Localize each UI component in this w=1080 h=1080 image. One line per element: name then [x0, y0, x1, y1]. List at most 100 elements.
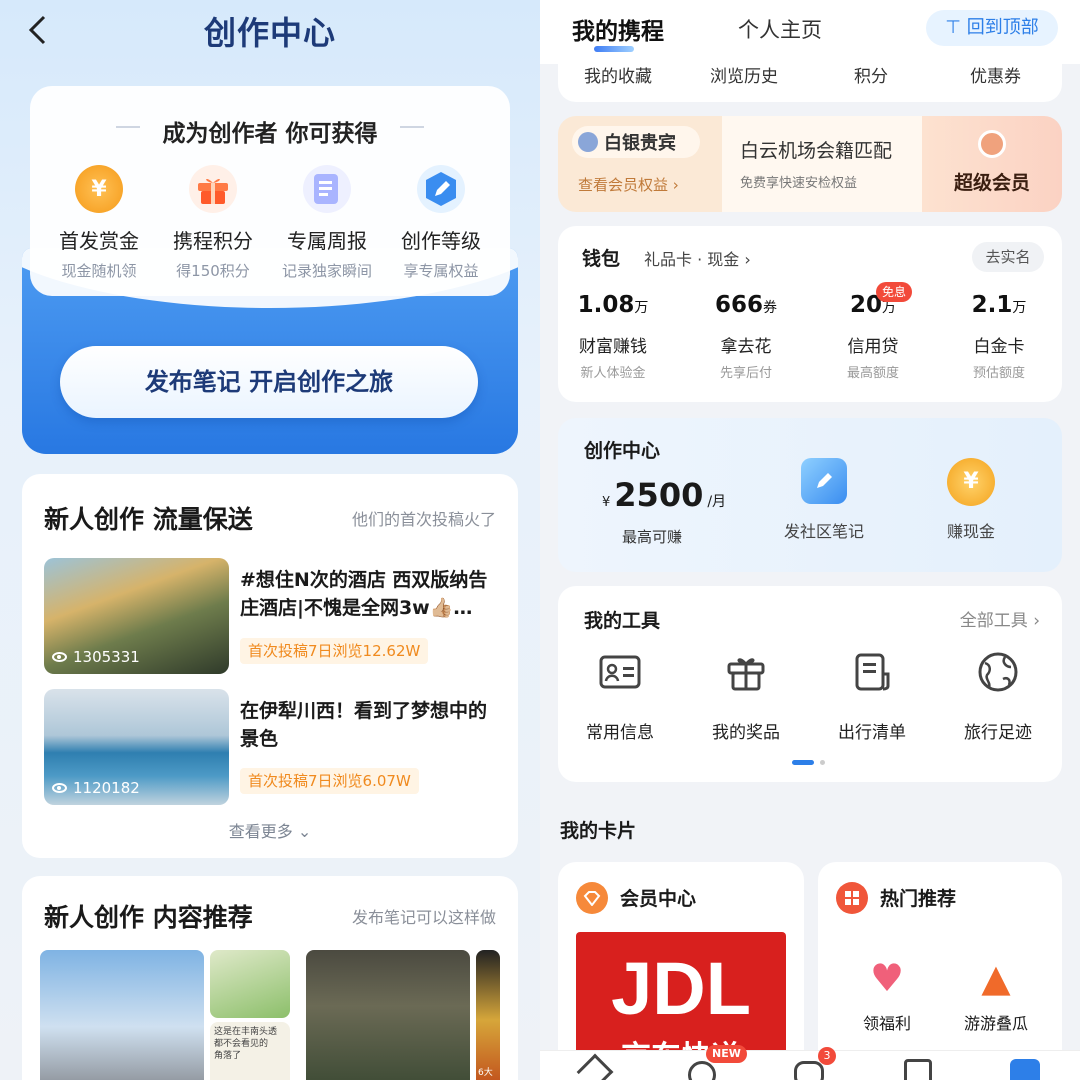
section-subtitle[interactable]: 他们的首次投稿火了 [352, 506, 496, 530]
recommend-image[interactable] [306, 950, 470, 1080]
post-title[interactable]: #想住N次的酒店 西双版纳告庄酒店|不愧是全网3w👍🏼… [240, 566, 502, 622]
view-count-value: 1305331 [73, 648, 140, 666]
action-label: 发社区笔记 [783, 522, 864, 541]
publish-note-button[interactable]: 发布笔记 开启创作之旅 [60, 346, 478, 418]
perk-title: 专属周报 [287, 229, 367, 253]
flag-mountain-icon: ▲ [981, 956, 1011, 1000]
perk-creator-level[interactable]: 创作等级 享专属权益 [384, 165, 498, 281]
quick-link-coupons[interactable]: 优惠券 [970, 62, 1021, 87]
home-icon[interactable] [576, 1053, 614, 1080]
grid-icon [836, 882, 868, 914]
silver-badge-icon [578, 132, 598, 152]
hot-item-game[interactable]: ▲ 游游叠瓜 [956, 956, 1036, 1034]
creator-center-card[interactable]: 创作中心 ¥ 2500 /月 最高可赚 发社区笔记 ¥ 赚现金 [558, 418, 1062, 572]
tool-travel-footprint[interactable]: 旅行足迹 [938, 650, 1058, 743]
earn-cash-action[interactable]: ¥ 赚现金 [916, 458, 1026, 542]
wallet-title: 钱包 [582, 248, 621, 270]
bottom-nav: NEW 3 [540, 1045, 1080, 1080]
community-note-action[interactable]: 发社区笔记 [764, 458, 884, 542]
perk-weekly-report[interactable]: 专属周报 记录独家瞬间 [270, 165, 384, 281]
wallet-label: 信用贷 [847, 337, 899, 357]
wallet-value[interactable]: 1.08万 [558, 292, 668, 318]
quick-link-points[interactable]: 积分 [854, 62, 888, 87]
vip-benefits-link[interactable]: 查看会员权益 › [578, 174, 679, 195]
note-icon [801, 458, 847, 504]
perk-sub: 得150积分 [176, 262, 250, 280]
recommend-image[interactable] [40, 950, 204, 1080]
top-tab-bar: 我的携程 个人主页 ⊤ 回到顶部 [540, 0, 1080, 64]
arrow-up-icon: ⊤ [945, 17, 961, 38]
hot-item-benefits[interactable]: ♥ 领福利 [854, 956, 920, 1034]
tool-my-prizes[interactable]: 我的奖品 [686, 650, 806, 743]
tools-title: 我的工具 [584, 610, 661, 632]
recommend-image[interactable]: 这是在丰南头透 都不会看见的 角落了 [210, 1022, 290, 1080]
chevron-down-icon: ⌄ [297, 822, 312, 841]
quick-link-favorites[interactable]: 我的收藏 [584, 62, 652, 87]
wallet-value[interactable]: 2.1万 [944, 292, 1054, 318]
tool-label: 出行清单 [838, 723, 906, 743]
vip-level-card[interactable]: 白银贵宾 查看会员权益 › [558, 116, 722, 212]
gift-icon [724, 650, 768, 694]
recommend-image[interactable]: 6大 [476, 950, 500, 1080]
super-member-label: 超级会员 [953, 172, 1030, 194]
heart-gift-icon: ♥ [869, 956, 905, 1000]
section-title: 新人创作 内容推荐 [44, 903, 253, 932]
jdl-logo-text: JDL [611, 947, 751, 1030]
perk-title: 携程积分 [173, 229, 253, 253]
eye-icon [52, 783, 67, 793]
hot-item-label: 领福利 [862, 1014, 911, 1033]
max-earning: ¥ 2500 /月 [602, 476, 726, 514]
post-thumbnail[interactable]: 1120182 [44, 689, 229, 805]
wallet-value[interactable]: 20万 [818, 292, 928, 318]
post-title[interactable]: 在伊犁川西！看到了梦想中的景色 [240, 697, 502, 753]
member-center-card[interactable]: 会员中心 JDL 京东快递 [558, 862, 804, 1080]
airport-promo[interactable]: 白云机场会籍匹配 免费享快速安检权益 [722, 116, 922, 212]
wallet-value[interactable]: 666券 [691, 292, 801, 318]
post-thumbnail[interactable]: 1305331 [44, 558, 229, 674]
perk-title: 首发赏金 [59, 229, 139, 253]
my-ctrip-icon[interactable] [1010, 1059, 1040, 1080]
id-card-icon [598, 650, 642, 694]
tool-label: 旅行足迹 [964, 723, 1032, 743]
section-subtitle[interactable]: 发布笔记可以这样做 [352, 904, 496, 928]
wallet-sub-link[interactable]: 礼品卡 · 现金 › [644, 246, 751, 270]
back-to-top-button[interactable]: ⊤ 回到顶部 [926, 10, 1058, 46]
vip-level: 白银贵宾 [604, 133, 676, 154]
super-member-card[interactable]: 超级会员 [922, 116, 1062, 212]
perk-first-bounty[interactable]: ¥ 首发赏金 现金随机领 [42, 165, 156, 281]
quick-link-history[interactable]: 浏览历史 [710, 62, 778, 87]
card-title: 会员中心 [620, 888, 697, 910]
tool-common-info[interactable]: 常用信息 [560, 650, 680, 743]
super-member-icon [978, 130, 1006, 158]
perk-points[interactable]: 携程积分 得150积分 [156, 165, 270, 281]
coin-icon: ¥ [75, 165, 123, 213]
eye-icon [52, 652, 67, 662]
wallet-sub: 预估额度 [972, 366, 1025, 381]
interest-free-badge: 免息 [876, 282, 913, 302]
tab-profile[interactable]: 个人主页 [738, 14, 822, 44]
hot-recommend-card[interactable]: 热门推荐 ♥ 领福利 ▲ 游游叠瓜 [818, 862, 1062, 1080]
pager-dot [820, 760, 825, 765]
verify-name-button[interactable]: 去实名 [972, 242, 1044, 272]
message-icon[interactable] [794, 1061, 824, 1080]
page-title: 创作中心 [203, 14, 336, 52]
all-tools-link[interactable]: 全部工具 › [960, 606, 1040, 631]
wallet-sub-label: 礼品卡 · 现金 [644, 250, 740, 269]
currency-symbol: ¥ [602, 495, 611, 510]
see-more-label: 查看更多 [228, 822, 293, 841]
perk-sub: 记录独家瞬间 [281, 262, 372, 280]
see-more-link[interactable]: 查看更多 ⌄ [22, 818, 518, 842]
wallet-sub: 最高额度 [846, 366, 899, 381]
tab-my-ctrip[interactable]: 我的携程 [572, 12, 664, 46]
tool-travel-checklist[interactable]: 出行清单 [812, 650, 932, 743]
my-ctrip-page: 我的收藏 浏览历史 积分 优惠券 我的携程 个人主页 ⊤ 回到顶部 白银贵宾 查… [540, 0, 1080, 1080]
post-stat-tag: 首次投稿7日浏览6.07W [240, 768, 419, 794]
wallet-unit: 万 [634, 300, 649, 316]
view-count: 1305331 [52, 648, 140, 666]
wallet-sub: 新人体验金 [580, 366, 646, 381]
recommend-image[interactable] [210, 950, 290, 1018]
calendar-icon[interactable] [904, 1059, 932, 1080]
earning-unit: /月 [707, 494, 727, 510]
explore-icon[interactable] [688, 1061, 716, 1080]
new-creator-traffic-card: 新人创作 流量保送 他们的首次投稿火了 1305331 #想住N次的酒店 西双版… [22, 474, 518, 858]
